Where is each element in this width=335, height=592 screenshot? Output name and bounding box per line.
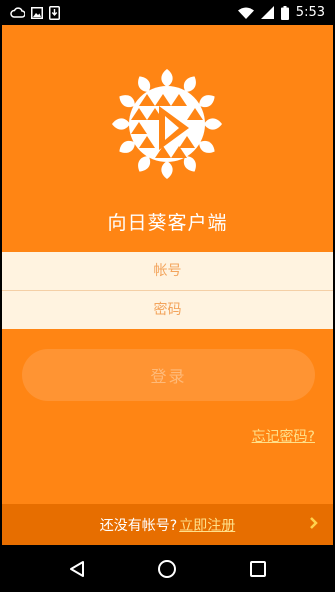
app-title: 向日葵客户端 bbox=[107, 212, 228, 234]
register-bar[interactable]: 还没有帐号? 立即注册 bbox=[2, 504, 333, 545]
username-field[interactable] bbox=[2, 251, 333, 291]
wifi-icon bbox=[237, 7, 254, 19]
home-icon[interactable] bbox=[147, 549, 187, 589]
status-bar-right: 5:53 bbox=[237, 5, 333, 20]
status-bar-left bbox=[2, 5, 60, 20]
login-page: 向日葵客户端 登录 忘记密码? 还没有帐号? 立即注册 bbox=[2, 25, 333, 545]
register-link[interactable]: 立即注册 bbox=[179, 515, 235, 535]
login-button[interactable]: 登录 bbox=[22, 349, 315, 401]
sunflower-play-logo-icon bbox=[112, 69, 222, 179]
status-bar: 5:53 bbox=[2, 0, 333, 25]
register-prompt: 还没有帐号? bbox=[99, 517, 178, 534]
app-screen: 5:53 向日葵客户端 帐号 登录 忘记密码? 还没有帐号? 立即注册 bbox=[2, 0, 333, 592]
back-icon[interactable] bbox=[57, 549, 97, 589]
navigation-bar bbox=[2, 545, 333, 592]
battery-icon bbox=[280, 5, 289, 20]
status-time: 5:53 bbox=[295, 5, 325, 20]
cloud-icon bbox=[10, 6, 25, 19]
signal-icon bbox=[260, 6, 274, 19]
username-input[interactable] bbox=[2, 251, 333, 291]
chevron-right-icon[interactable] bbox=[309, 516, 319, 534]
image-icon bbox=[31, 6, 43, 19]
forgot-password-link[interactable]: 忘记密码? bbox=[252, 426, 315, 446]
password-input[interactable] bbox=[2, 290, 333, 330]
download-icon bbox=[49, 5, 60, 20]
recent-apps-icon[interactable] bbox=[238, 549, 278, 589]
password-field[interactable] bbox=[2, 290, 333, 330]
